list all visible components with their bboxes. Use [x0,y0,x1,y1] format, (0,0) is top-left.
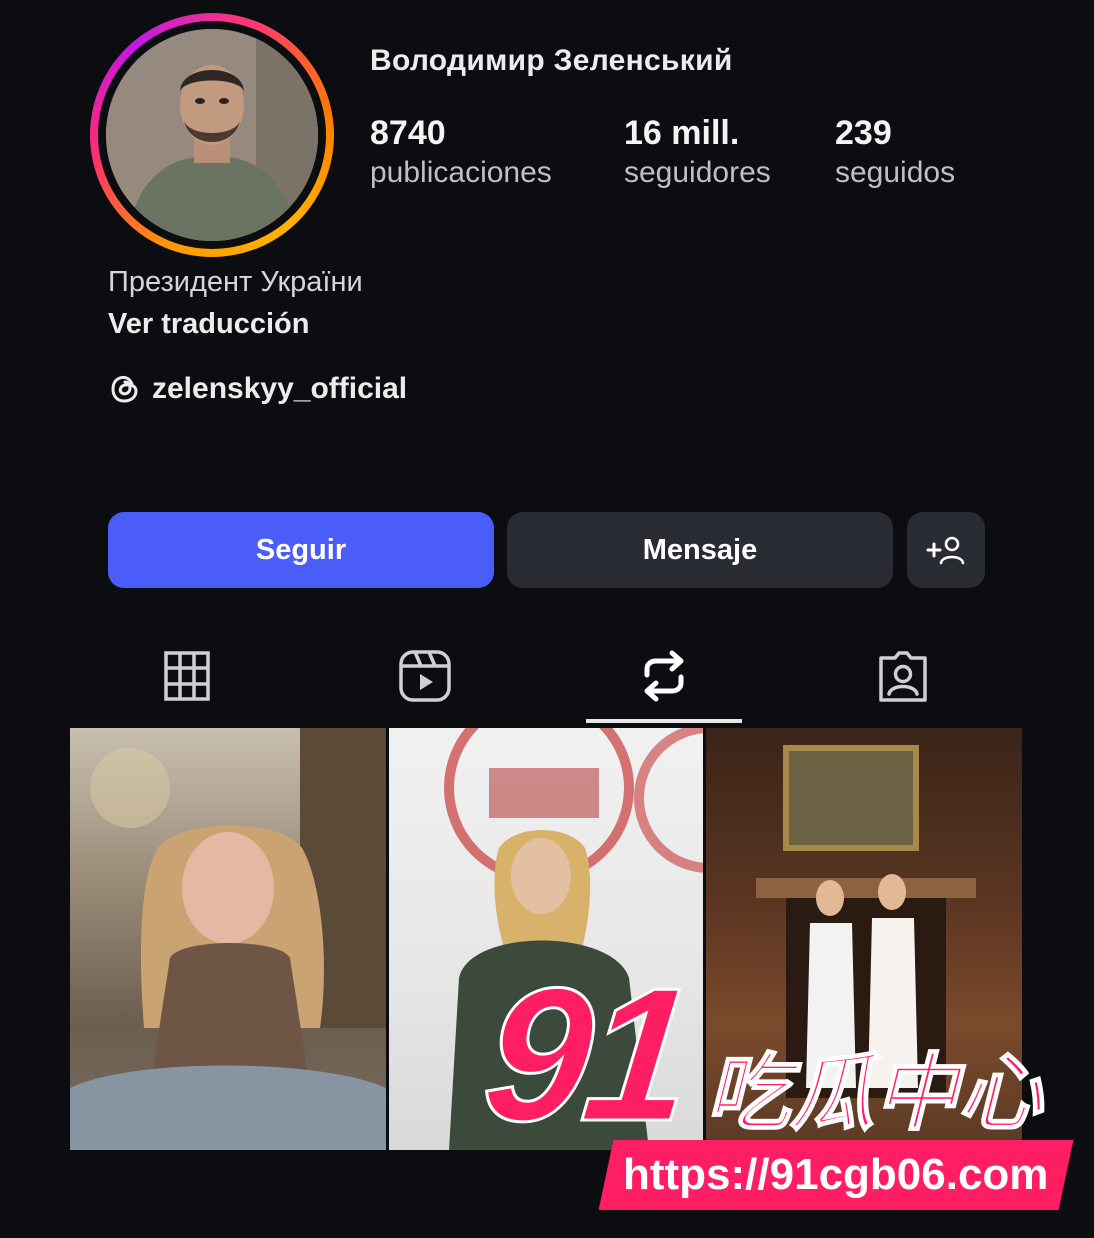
tab-posts-grid[interactable] [147,636,227,716]
grid-icon [164,651,210,701]
add-person-button[interactable] [907,512,985,588]
reels-icon [399,650,451,702]
threads-handle: zelenskyy_official [152,372,408,405]
post-thumbnail[interactable] [70,728,386,1150]
post-image [70,728,386,1150]
tab-tagged[interactable] [863,636,943,716]
message-button-label: Mensaje [642,533,758,566]
watermark-number: 91 [473,948,698,1163]
stat-posts[interactable]: 8740 publicaciones [370,112,552,192]
watermark-text: 吃瓜中心 [705,1046,1043,1140]
profile-username: Володимир Зеленський [370,44,733,77]
stat-following[interactable]: 239 seguidos [835,112,955,192]
avatar[interactable] [106,29,318,241]
stat-following-label: seguidos [835,156,956,189]
profile-bio: Президент України [108,266,363,298]
reposts-icon [644,650,684,702]
tab-reels[interactable] [385,636,465,716]
stat-followers-label: seguidores [624,156,771,189]
story-ring[interactable] [90,13,334,257]
tab-reposts[interactable] [624,636,704,716]
stat-posts-label: publicaciones [370,156,552,189]
follow-button-label: Seguir [255,533,347,566]
follow-button[interactable]: Seguir [108,512,494,588]
threads-link[interactable]: zelenskyy_official [108,372,407,406]
stat-followers-value: 16 mill. [624,114,740,152]
threads-icon [111,375,138,403]
stat-posts-value: 8740 [370,114,446,152]
watermark-url: https://91cgb06.com [623,1150,1049,1199]
watermark-url-banner: https://91cgb06.com [598,1140,1074,1210]
active-tab-indicator [586,719,742,723]
tagged-icon [879,651,927,702]
stat-followers[interactable]: 16 mill. seguidores [624,112,771,192]
add-person-icon [926,536,965,565]
see-translation-link[interactable]: Ver traducción [108,308,309,341]
message-button[interactable]: Mensaje [507,512,893,588]
stat-following-value: 239 [835,114,892,152]
avatar-image [106,29,318,241]
